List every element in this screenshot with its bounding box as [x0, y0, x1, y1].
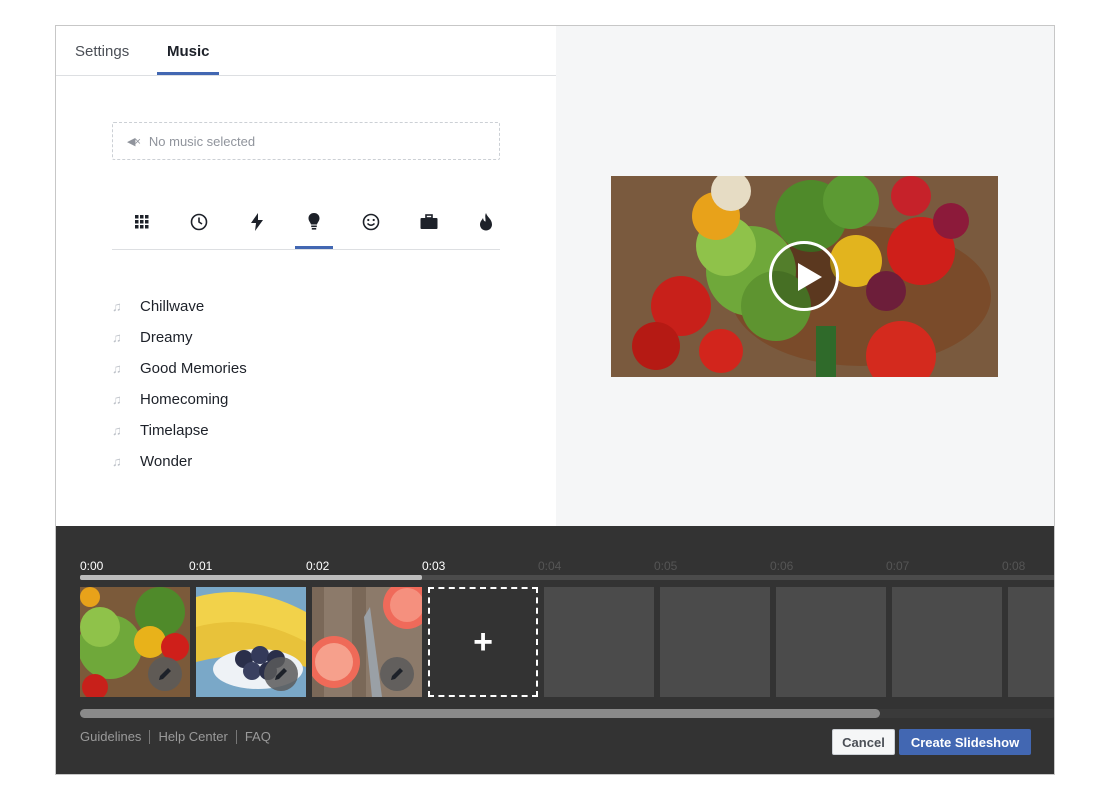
edit-button[interactable]	[148, 657, 182, 691]
song-title: Wonder	[140, 453, 193, 470]
cancel-button[interactable]: Cancel	[832, 729, 895, 755]
time-tick: 0:04	[538, 559, 562, 573]
time-tick: 0:08	[1002, 559, 1026, 573]
music-category-bar	[112, 206, 500, 250]
tab-music[interactable]: Music	[167, 43, 210, 60]
song-title: Homecoming	[140, 391, 229, 408]
music-note-icon: ♫	[112, 361, 122, 376]
play-button[interactable]	[769, 241, 839, 311]
lightning-icon[interactable]	[237, 206, 277, 238]
empty-slot	[1008, 587, 1054, 697]
time-tick: 0:03	[422, 559, 446, 573]
help-center-link[interactable]: Help Center	[158, 729, 227, 744]
edit-button[interactable]	[264, 657, 298, 691]
time-tick: 0:07	[886, 559, 910, 573]
add-photo-button[interactable]: +	[428, 587, 538, 697]
lightbulb-icon[interactable]	[294, 206, 334, 238]
time-tick: 0:01	[189, 559, 213, 573]
tab-bar: Settings Music	[56, 26, 556, 76]
video-preview[interactable]	[611, 176, 998, 377]
smiley-icon[interactable]	[351, 206, 391, 238]
horizontal-scrollbar[interactable]	[80, 709, 880, 718]
music-note-icon: ♫	[112, 454, 122, 469]
no-music-label: No music selected	[148, 133, 256, 149]
list-item[interactable]: ♫ Good Memories	[112, 353, 412, 384]
edit-button[interactable]	[380, 657, 414, 691]
pencil-icon	[275, 668, 287, 680]
slide-thumbnail[interactable]	[312, 587, 422, 697]
fire-icon[interactable]	[466, 206, 506, 238]
settings-panel: Settings Music ◀× No music selected ♫ Ch…	[56, 26, 556, 526]
divider	[235, 729, 237, 744]
list-item[interactable]: ♫ Timelapse	[112, 415, 412, 446]
music-selection-box[interactable]: ◀× No music selected	[112, 122, 500, 160]
music-note-icon: ♫	[112, 392, 122, 407]
tab-active-indicator	[157, 72, 219, 75]
list-item[interactable]: ♫ Wonder	[112, 446, 412, 477]
footer-links: Guidelines Help Center FAQ	[80, 729, 271, 744]
briefcase-icon[interactable]	[409, 206, 449, 238]
time-tick: 0:05	[654, 559, 678, 573]
slideshow-dialog: Settings Music ◀× No music selected ♫ Ch…	[55, 25, 1055, 775]
category-active-indicator	[295, 246, 333, 249]
create-slideshow-button[interactable]: Create Slideshow	[899, 729, 1031, 755]
song-title: Good Memories	[140, 360, 247, 377]
slide-thumbnail[interactable]	[196, 587, 306, 697]
song-title: Chillwave	[140, 298, 205, 315]
all-icon[interactable]	[122, 206, 162, 238]
empty-slot	[892, 587, 1002, 697]
list-item[interactable]: ♫ Chillwave	[112, 291, 412, 322]
empty-slot	[776, 587, 886, 697]
pencil-icon	[159, 668, 171, 680]
mute-icon: ◀×	[127, 135, 141, 148]
time-tick: 0:00	[80, 559, 104, 573]
song-title: Dreamy	[140, 329, 193, 346]
song-title: Timelapse	[140, 422, 209, 439]
clock-icon[interactable]	[179, 206, 219, 238]
pencil-icon	[391, 668, 403, 680]
music-note-icon: ♫	[112, 299, 122, 314]
empty-slot	[660, 587, 770, 697]
timeline-progress	[80, 575, 422, 580]
divider	[149, 729, 151, 744]
slide-thumbnail[interactable]	[80, 587, 190, 697]
preview-panel	[556, 26, 1054, 526]
timeline: 0:00 0:01 0:02 0:03 0:04 0:05 0:06 0:07 …	[56, 526, 1054, 774]
music-note-icon: ♫	[112, 423, 122, 438]
tab-settings[interactable]: Settings	[75, 43, 129, 60]
faq-link[interactable]: FAQ	[245, 729, 271, 744]
time-tick: 0:02	[306, 559, 330, 573]
guidelines-link[interactable]: Guidelines	[80, 729, 141, 744]
music-note-icon: ♫	[112, 330, 122, 345]
empty-slot	[544, 587, 654, 697]
time-tick: 0:06	[770, 559, 794, 573]
song-list: ♫ Chillwave ♫ Dreamy ♫ Good Memories ♫ Homec…	[112, 291, 412, 477]
list-item[interactable]: ♫ Dreamy	[112, 322, 412, 353]
list-item[interactable]: ♫ Homecoming	[112, 384, 412, 415]
